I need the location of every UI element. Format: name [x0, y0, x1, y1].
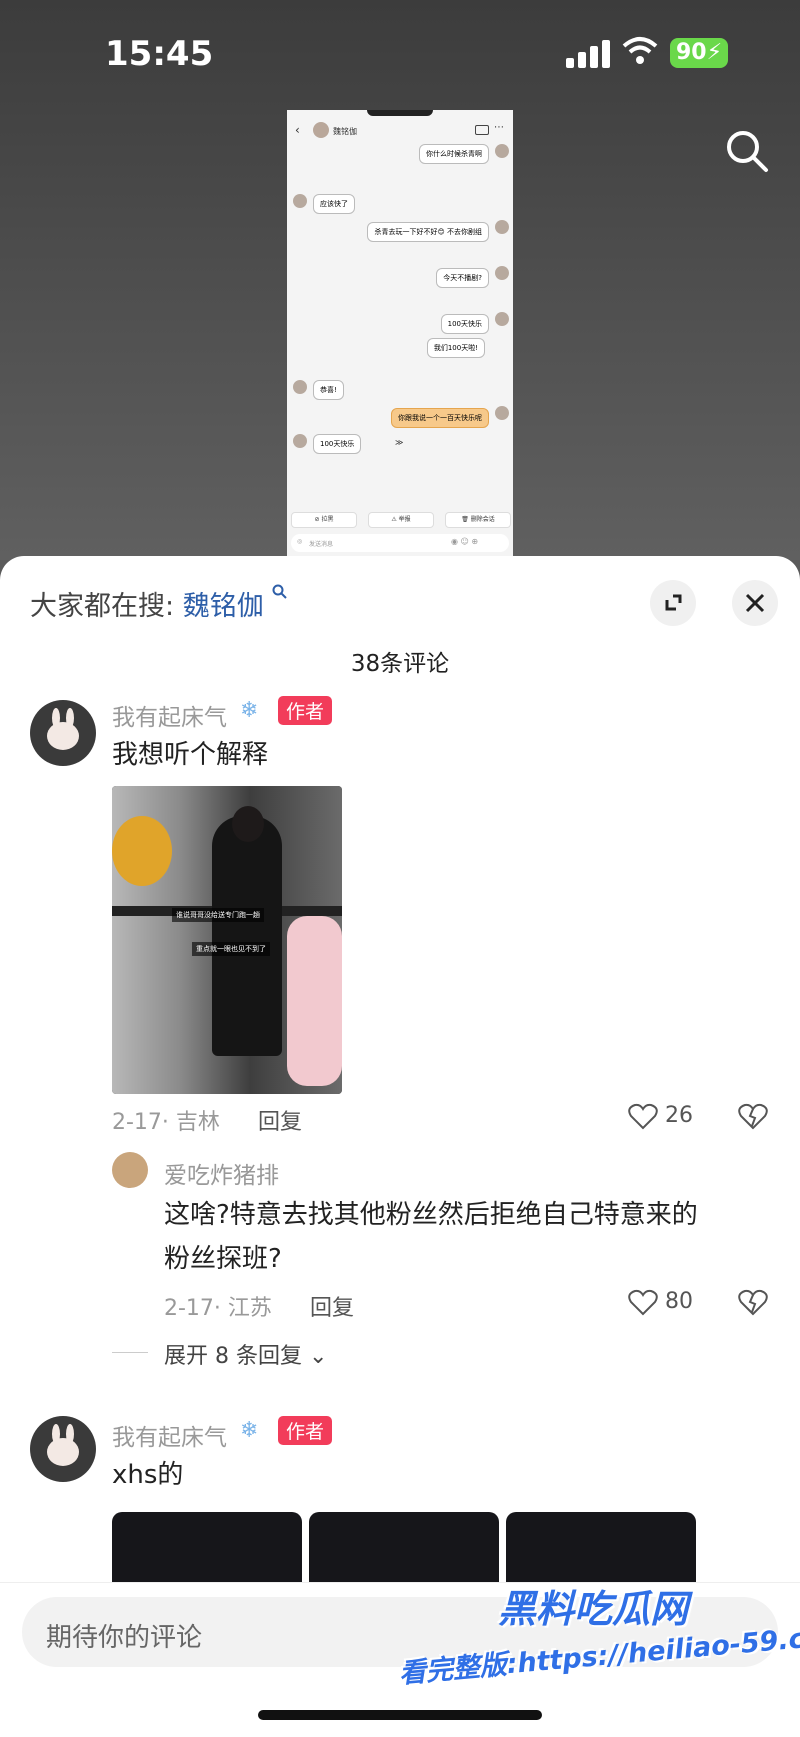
dislike-icon[interactable] — [738, 1288, 768, 1316]
comment-text: xhs的 — [112, 1460, 184, 1490]
avatar — [495, 312, 509, 326]
comment-text-continued: 粉丝探班? — [164, 1244, 282, 1274]
search-icon — [272, 584, 288, 599]
dislike-icon[interactable] — [738, 1102, 768, 1130]
comment-date-location: 2-17· 吉林 — [112, 1110, 220, 1135]
heart-icon — [628, 1289, 658, 1316]
status-bar: 15:45 90⚡ — [0, 0, 800, 100]
avatar — [293, 194, 307, 208]
like-count: 80 — [665, 1289, 693, 1314]
chat-screenshot: ‹ 魏铭伽 ⋯ 你什么时候杀青啊 应该快了 杀青去玩一下好不好😊 不去你剧组 今… — [287, 110, 513, 558]
back-icon: ‹ — [295, 123, 300, 137]
hot-search[interactable]: 大家都在搜: 魏铭伽 — [30, 584, 288, 623]
author-badge: 作者 — [278, 696, 333, 725]
close-icon — [745, 593, 765, 613]
chat-bubble: 我们100天啦! — [426, 338, 485, 358]
avatar — [495, 144, 509, 158]
image-caption: 谁说哥哥没给送专门跑一趟 — [172, 908, 264, 922]
hot-search-label: 大家都在搜: — [30, 591, 175, 622]
comment-text: 我想听个解释 — [112, 740, 269, 770]
expand-replies-button[interactable]: 展开 8 条回复 ⌄ — [164, 1338, 327, 1370]
block-button: ⊘ 拉黑 — [291, 512, 357, 528]
chevron-down-icon: ⌄ — [308, 1344, 328, 1369]
comment-date-location: 2-17· 江苏 — [164, 1296, 272, 1321]
delete-chat-button: 🗑 删除会话 — [445, 512, 511, 528]
like-count: 26 — [665, 1103, 693, 1128]
avatar — [293, 380, 307, 394]
message-input: ◎ 发送消息 ◉ ☺ ⊕ — [291, 534, 509, 552]
chat-bubble: 恭喜! — [313, 380, 344, 400]
author-badge: 作者 — [278, 1416, 333, 1445]
status-time: 15:45 — [105, 34, 214, 74]
expand-sheet-button[interactable] — [650, 580, 696, 626]
avatar — [313, 122, 329, 138]
chat-contact-name: 魏铭伽 — [333, 127, 357, 136]
hot-search-keyword[interactable]: 魏铭伽 — [183, 591, 264, 622]
comment-image[interactable] — [309, 1512, 499, 1582]
chat-bubble: 100天快乐 — [313, 434, 362, 454]
home-indicator — [258, 1710, 542, 1720]
more-icon: ⋯ — [494, 122, 504, 133]
comment-username[interactable]: 爱吃炸猪排 — [164, 1156, 279, 1190]
search-icon[interactable] — [722, 126, 772, 176]
comment-input-placeholder: 期待你的评论 — [46, 1623, 203, 1653]
watermark-logo: 黑料吃瓜网 — [498, 1587, 689, 1631]
chevron-down-icon: ≫ — [395, 438, 404, 447]
like-button[interactable]: 80 — [628, 1288, 693, 1316]
avatar[interactable] — [112, 1152, 148, 1188]
chat-bubble: 应该快了 — [313, 194, 355, 214]
cellular-signal-icon — [566, 40, 610, 68]
expand-replies-label: 展开 8 条回复 — [164, 1344, 302, 1369]
chat-bubble: 你什么时候杀青啊 — [419, 144, 489, 164]
report-button: ⚠ 举报 — [368, 512, 434, 528]
avatar — [495, 266, 509, 280]
comment-username[interactable]: 我有起床气 — [112, 1418, 227, 1452]
avatar[interactable] — [30, 1416, 96, 1482]
comment-image[interactable] — [506, 1512, 696, 1582]
chat-bubble: 今天不播剧? — [436, 268, 489, 288]
camera-icon: ◎ — [297, 538, 303, 545]
avatar — [293, 434, 307, 448]
ice-badge-icon: ❄ — [240, 1418, 259, 1443]
chat-bubble: 杀青去玩一下好不好😊 不去你剧组 — [367, 222, 489, 242]
comment-image[interactable]: 谁说哥哥没给送专门跑一趟 重点就一眼也见不到了 — [112, 786, 342, 1094]
image-caption: 重点就一眼也见不到了 — [192, 942, 270, 956]
chat-bubble: 你跟我说一个一百天快乐呢 — [391, 408, 489, 428]
reply-button[interactable]: 回复 — [258, 1104, 302, 1136]
expand-icon — [665, 594, 682, 611]
divider — [112, 1352, 148, 1353]
wifi-icon — [622, 37, 658, 64]
voice-icon: ◉ ☺ ⊕ — [451, 537, 479, 546]
comment-username[interactable]: 我有起床气 — [112, 698, 227, 732]
message-placeholder: 发送消息 — [309, 541, 334, 548]
comment-text: 这啥?特意去找其他粉丝然后拒绝自己特意来的 — [164, 1200, 698, 1230]
comment-count: 38条评论 — [350, 651, 450, 677]
like-button[interactable]: 26 — [628, 1102, 693, 1130]
comment-image[interactable] — [112, 1512, 302, 1582]
avatar — [495, 220, 509, 234]
avatar[interactable] — [30, 700, 96, 766]
battery-level: 90 — [675, 40, 707, 65]
chat-bubble: 100天快乐 — [440, 314, 489, 334]
ice-badge-icon: ❄ — [240, 698, 259, 723]
battery-indicator: 90⚡ — [670, 38, 728, 68]
video-call-icon — [475, 125, 489, 135]
reply-button[interactable]: 回复 — [310, 1290, 354, 1322]
heart-icon — [628, 1103, 658, 1130]
chat-header: ‹ 魏铭伽 ⋯ — [287, 120, 513, 144]
avatar — [495, 406, 509, 420]
close-button[interactable] — [732, 580, 778, 626]
